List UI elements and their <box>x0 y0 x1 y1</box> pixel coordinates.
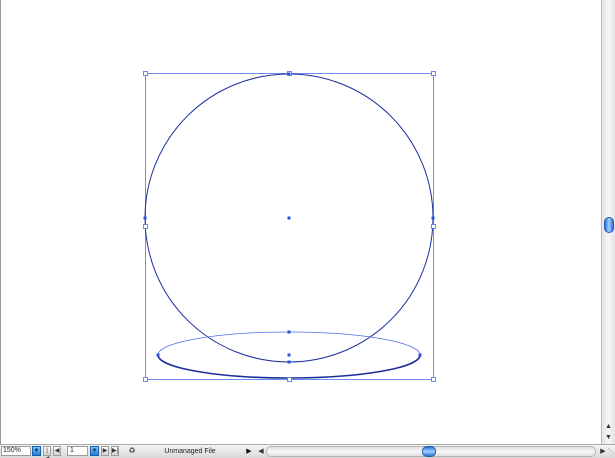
next-page-button[interactable]: ▶ <box>101 446 109 456</box>
circle-anchor-bottom[interactable] <box>287 360 291 364</box>
prev-page-icon: ◀ <box>54 448 60 454</box>
previous-page-button[interactable]: ◀ <box>53 446 61 456</box>
first-page-icon: |◀ <box>45 448 50 458</box>
ellipse-back-arc[interactable] <box>157 331 421 356</box>
circle-anchor-left[interactable] <box>143 216 147 220</box>
ellipse-front-arc[interactable] <box>157 354 421 379</box>
next-page-icon: ▶ <box>102 448 108 454</box>
handle-middle-left[interactable] <box>143 224 148 229</box>
bounding-box-handles[interactable] <box>143 71 436 382</box>
ellipse-anchor-right[interactable] <box>418 353 422 357</box>
zoom-dropdown-button[interactable]: ▼ <box>32 446 41 456</box>
window-resize-grip-icon[interactable]: ⋱ <box>607 446 615 457</box>
triangle-down-icon: ▼ <box>91 448 98 454</box>
circle-anchor-top[interactable] <box>287 72 291 76</box>
artboard-canvas[interactable] <box>0 0 601 444</box>
ellipse-center-point[interactable] <box>287 353 291 357</box>
handle-bottom-right[interactable] <box>431 377 436 382</box>
status-bar: 150% ▼ |◀ ◀ 1 ▼ ▶ ▶| ♻ Unmanaged File ▶ … <box>0 444 615 458</box>
handle-middle-right[interactable] <box>431 224 436 229</box>
ellipse-anchor-left[interactable] <box>156 353 160 357</box>
handle-bottom-left[interactable] <box>143 377 148 382</box>
circle-anchor-right[interactable] <box>431 216 435 220</box>
vertical-scrollbar[interactable]: ▲ ▼ <box>601 0 615 444</box>
handle-bottom-center[interactable] <box>287 377 292 382</box>
handle-top-left[interactable] <box>143 71 148 76</box>
scroll-right-arrow-icon[interactable]: ▶ <box>599 446 607 457</box>
vertical-scroll-thumb[interactable] <box>604 217 614 233</box>
illustrator-document-window: ▲ ▼ 150% ▼ |◀ ◀ 1 ▼ ▶ ▶| ♻ Unmanaged Fil… <box>0 0 615 458</box>
document-status-text: Unmanaged File <box>164 448 216 455</box>
version-cue-icon[interactable]: ♻ <box>127 446 137 456</box>
page-dropdown-button[interactable]: ▼ <box>90 446 99 456</box>
zoom-level-field[interactable]: 150% <box>1 446 31 456</box>
selection-bounding-box[interactable] <box>145 73 434 380</box>
artwork-svg[interactable] <box>0 0 601 444</box>
last-page-icon: ▶| <box>112 448 119 454</box>
page-number-field[interactable]: 1 <box>67 446 88 456</box>
scroll-down-arrow-icon[interactable]: ▼ <box>602 432 615 444</box>
handle-top-right[interactable] <box>431 71 436 76</box>
circle-center-point[interactable] <box>287 216 291 220</box>
first-page-button[interactable]: |◀ <box>43 446 51 458</box>
last-page-button[interactable]: ▶| <box>111 446 119 456</box>
triangle-down-icon: ▼ <box>33 448 40 454</box>
status-menu-button[interactable]: ▶ <box>245 446 253 457</box>
horizontal-scroll-thumb[interactable] <box>422 446 436 457</box>
ellipse-anchor-top[interactable] <box>287 330 291 334</box>
scroll-left-arrow-icon[interactable]: ◀ <box>257 446 265 457</box>
triangle-right-icon: ▶ <box>246 448 252 455</box>
